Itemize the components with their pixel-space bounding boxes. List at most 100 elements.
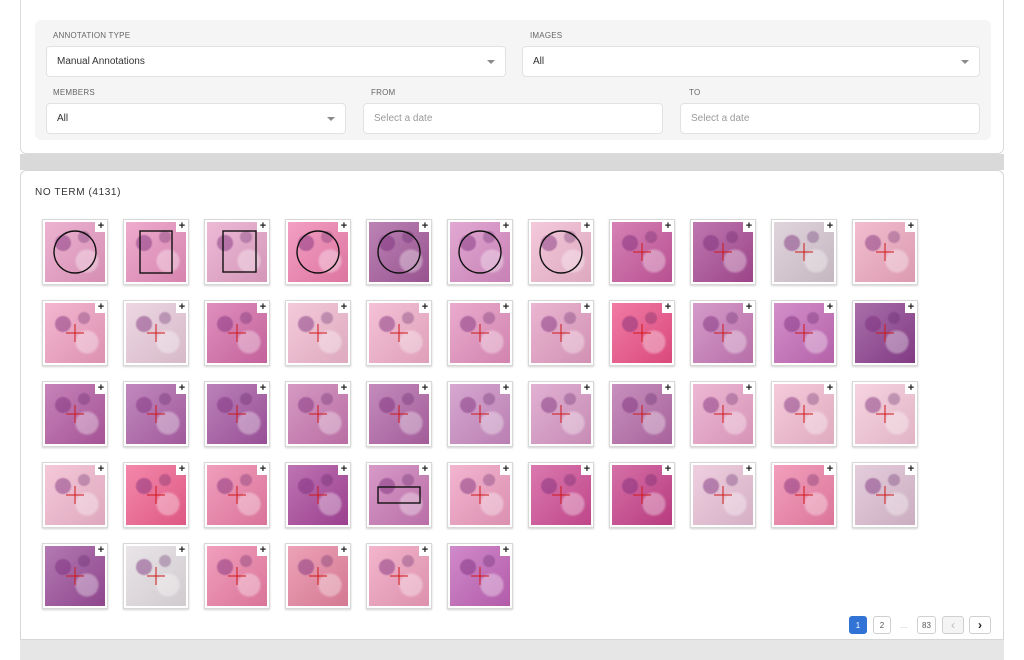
add-term-icon[interactable]: + bbox=[95, 382, 107, 394]
annotation-thumbnail[interactable]: + bbox=[204, 543, 270, 609]
add-term-icon[interactable]: + bbox=[176, 463, 188, 475]
annotation-thumbnail[interactable]: + bbox=[123, 381, 189, 447]
annotation-thumbnail[interactable]: + bbox=[285, 300, 351, 366]
add-term-icon[interactable]: + bbox=[581, 301, 593, 313]
next-page-button[interactable]: › bbox=[969, 616, 991, 634]
annotation-thumbnail[interactable]: + bbox=[204, 300, 270, 366]
annotation-thumbnail[interactable]: + bbox=[609, 381, 675, 447]
add-term-icon[interactable]: + bbox=[905, 382, 917, 394]
add-term-icon[interactable]: + bbox=[662, 220, 674, 232]
add-term-icon[interactable]: + bbox=[500, 220, 512, 232]
annotation-thumbnail[interactable]: + bbox=[447, 543, 513, 609]
add-term-icon[interactable]: + bbox=[419, 301, 431, 313]
annotation-thumbnail[interactable]: + bbox=[123, 219, 189, 285]
annotation-thumbnail[interactable]: + bbox=[42, 300, 108, 366]
annotation-thumbnail[interactable]: + bbox=[366, 300, 432, 366]
add-term-icon[interactable]: + bbox=[581, 382, 593, 394]
add-term-icon[interactable]: + bbox=[500, 301, 512, 313]
annotation-thumbnail[interactable]: + bbox=[285, 219, 351, 285]
annotation-thumbnail[interactable]: + bbox=[690, 462, 756, 528]
annotation-thumbnail[interactable]: + bbox=[366, 462, 432, 528]
annotation-thumbnail[interactable]: + bbox=[366, 219, 432, 285]
annotation-thumbnail[interactable]: + bbox=[42, 219, 108, 285]
images-select[interactable]: All bbox=[522, 46, 980, 77]
add-term-icon[interactable]: + bbox=[338, 382, 350, 394]
add-term-icon[interactable]: + bbox=[95, 301, 107, 313]
add-term-icon[interactable]: + bbox=[176, 382, 188, 394]
add-term-icon[interactable]: + bbox=[419, 382, 431, 394]
annotation-thumbnail[interactable]: + bbox=[609, 462, 675, 528]
annotation-thumbnail[interactable]: + bbox=[690, 300, 756, 366]
add-term-icon[interactable]: + bbox=[743, 301, 755, 313]
annotation-thumbnail[interactable]: + bbox=[852, 381, 918, 447]
annotation-thumbnail[interactable]: + bbox=[528, 381, 594, 447]
add-term-icon[interactable]: + bbox=[338, 463, 350, 475]
add-term-icon[interactable]: + bbox=[95, 220, 107, 232]
annotation-thumbnail[interactable]: + bbox=[123, 300, 189, 366]
annotation-thumbnail[interactable]: + bbox=[285, 543, 351, 609]
annotation-thumbnail[interactable]: + bbox=[528, 300, 594, 366]
add-term-icon[interactable]: + bbox=[95, 544, 107, 556]
add-term-icon[interactable]: + bbox=[257, 382, 269, 394]
annotation-thumbnail[interactable]: + bbox=[285, 462, 351, 528]
annotation-thumbnail[interactable]: + bbox=[447, 462, 513, 528]
annotation-thumbnail[interactable]: + bbox=[366, 543, 432, 609]
add-term-icon[interactable]: + bbox=[824, 463, 836, 475]
page-1-button[interactable]: 1 bbox=[849, 616, 867, 634]
annotation-thumbnail[interactable]: + bbox=[447, 381, 513, 447]
add-term-icon[interactable]: + bbox=[338, 301, 350, 313]
annotation-thumbnail[interactable]: + bbox=[852, 300, 918, 366]
add-term-icon[interactable]: + bbox=[662, 382, 674, 394]
annotation-thumbnail[interactable]: + bbox=[690, 381, 756, 447]
add-term-icon[interactable]: + bbox=[581, 463, 593, 475]
annotation-thumbnail[interactable]: + bbox=[771, 219, 837, 285]
annotation-thumbnail[interactable]: + bbox=[123, 543, 189, 609]
add-term-icon[interactable]: + bbox=[743, 382, 755, 394]
add-term-icon[interactable]: + bbox=[824, 301, 836, 313]
annotation-thumbnail[interactable]: + bbox=[771, 300, 837, 366]
members-select[interactable]: All bbox=[46, 103, 346, 134]
add-term-icon[interactable]: + bbox=[500, 382, 512, 394]
to-date-input[interactable]: Select a date bbox=[680, 103, 980, 134]
annotation-thumbnail[interactable]: + bbox=[285, 381, 351, 447]
add-term-icon[interactable]: + bbox=[662, 463, 674, 475]
add-term-icon[interactable]: + bbox=[257, 220, 269, 232]
annotation-thumbnail[interactable]: + bbox=[204, 381, 270, 447]
annotation-thumbnail[interactable]: + bbox=[609, 219, 675, 285]
add-term-icon[interactable]: + bbox=[419, 220, 431, 232]
from-date-input[interactable]: Select a date bbox=[363, 103, 663, 134]
page-83-button[interactable]: 83 bbox=[917, 616, 936, 634]
annotation-thumbnail[interactable]: + bbox=[123, 462, 189, 528]
annotation-thumbnail[interactable]: + bbox=[528, 219, 594, 285]
add-term-icon[interactable]: + bbox=[905, 463, 917, 475]
previous-page-button[interactable]: ‹ bbox=[942, 616, 964, 634]
annotation-thumbnail[interactable]: + bbox=[690, 219, 756, 285]
annotation-thumbnail[interactable]: + bbox=[771, 462, 837, 528]
annotation-type-select[interactable]: Manual Annotations bbox=[46, 46, 506, 77]
annotation-thumbnail[interactable]: + bbox=[447, 219, 513, 285]
add-term-icon[interactable]: + bbox=[905, 220, 917, 232]
page-2-button[interactable]: 2 bbox=[873, 616, 891, 634]
add-term-icon[interactable]: + bbox=[176, 544, 188, 556]
add-term-icon[interactable]: + bbox=[824, 382, 836, 394]
add-term-icon[interactable]: + bbox=[176, 301, 188, 313]
annotation-thumbnail[interactable]: + bbox=[528, 462, 594, 528]
annotation-thumbnail[interactable]: + bbox=[447, 300, 513, 366]
add-term-icon[interactable]: + bbox=[824, 220, 836, 232]
add-term-icon[interactable]: + bbox=[257, 301, 269, 313]
add-term-icon[interactable]: + bbox=[257, 463, 269, 475]
annotation-thumbnail[interactable]: + bbox=[771, 381, 837, 447]
add-term-icon[interactable]: + bbox=[419, 463, 431, 475]
add-term-icon[interactable]: + bbox=[662, 301, 674, 313]
annotation-thumbnail[interactable]: + bbox=[852, 219, 918, 285]
annotation-thumbnail[interactable]: + bbox=[609, 300, 675, 366]
add-term-icon[interactable]: + bbox=[581, 220, 593, 232]
add-term-icon[interactable]: + bbox=[257, 544, 269, 556]
annotation-thumbnail[interactable]: + bbox=[366, 381, 432, 447]
add-term-icon[interactable]: + bbox=[419, 544, 431, 556]
add-term-icon[interactable]: + bbox=[176, 220, 188, 232]
annotation-thumbnail[interactable]: + bbox=[852, 462, 918, 528]
add-term-icon[interactable]: + bbox=[743, 220, 755, 232]
add-term-icon[interactable]: + bbox=[95, 463, 107, 475]
annotation-thumbnail[interactable]: + bbox=[204, 219, 270, 285]
